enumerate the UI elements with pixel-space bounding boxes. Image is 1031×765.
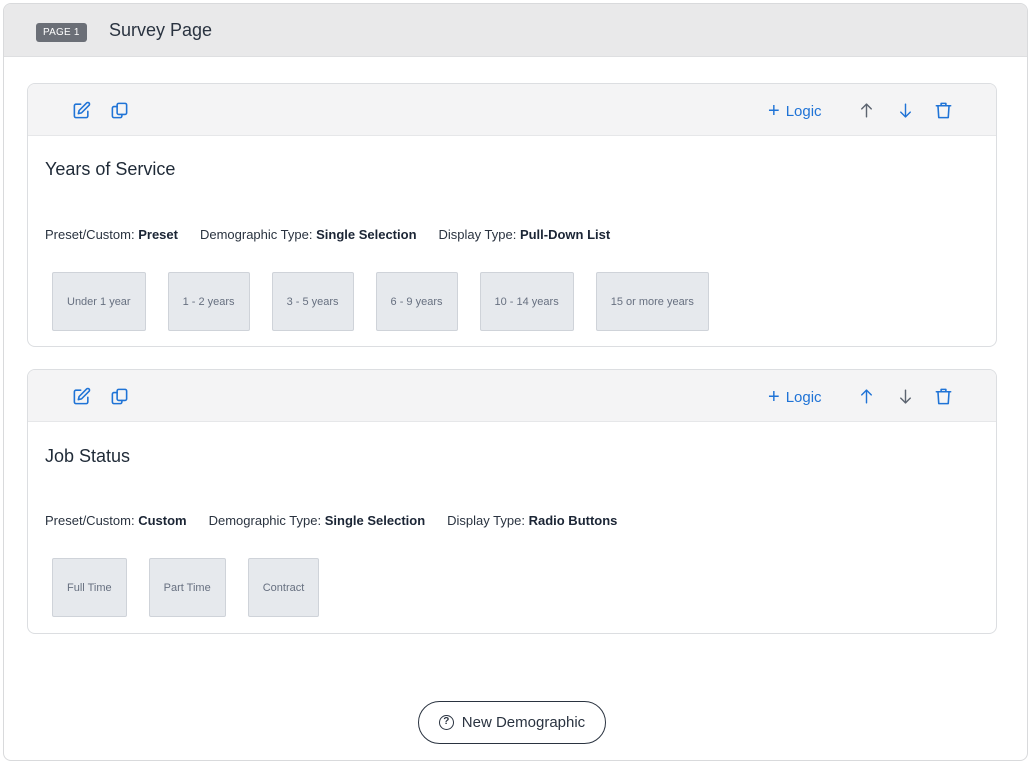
page-title: Survey Page	[109, 20, 213, 40]
help-circle-icon: ?	[438, 715, 454, 730]
trash-icon[interactable]	[934, 387, 953, 406]
display-type-value: Pull-Down List	[519, 227, 611, 242]
demographic-meta: Preset/Custom: Preset Demographic Type: …	[45, 227, 610, 242]
copy-icon[interactable]	[110, 387, 129, 406]
logic-label: Logic	[785, 388, 822, 406]
demographic-title: Job Status	[45, 446, 131, 466]
demographic-type-label: Demographic Type:	[199, 227, 313, 242]
option-list: Under 1 year 1 - 2 years 3 - 5 years 6 -…	[52, 272, 709, 331]
card-toolbar: + Logic	[28, 370, 996, 422]
preset-custom-field: Preset/Custom: Custom	[45, 513, 187, 528]
trash-icon[interactable]	[934, 101, 953, 120]
add-logic-button[interactable]: + Logic	[768, 100, 822, 122]
option-chip: 15 or more years	[595, 272, 709, 331]
preset-custom-value: Custom	[138, 513, 187, 528]
plus-icon: +	[768, 386, 780, 408]
preset-custom-label: Preset/Custom:	[45, 513, 135, 528]
option-chip: Part Time	[148, 558, 226, 617]
option-chip: Under 1 year	[52, 272, 146, 331]
add-logic-button[interactable]: + Logic	[768, 386, 822, 408]
demographic-meta: Preset/Custom: Custom Demographic Type: …	[45, 513, 617, 528]
arrow-up-icon[interactable]	[857, 387, 876, 406]
arrow-down-icon[interactable]	[896, 387, 915, 406]
option-chip: 10 - 14 years	[479, 272, 574, 331]
card-toolbar: + Logic	[28, 84, 996, 136]
demographic-type-field: Demographic Type: Single Selection	[209, 513, 426, 528]
option-list: Full Time Part Time Contract	[52, 558, 320, 617]
logic-label: Logic	[785, 102, 822, 120]
plus-icon: +	[768, 100, 780, 122]
demographic-card: + Logic Years of Service Preset/Custom: …	[27, 83, 997, 347]
new-demographic-label: New Demographic	[461, 714, 586, 731]
option-chip: 3 - 5 years	[271, 272, 354, 331]
option-chip: 1 - 2 years	[167, 272, 250, 331]
copy-icon[interactable]	[110, 101, 129, 120]
display-type-label: Display Type:	[447, 513, 525, 528]
preset-custom-value: Preset	[138, 227, 178, 242]
demographic-title: Years of Service	[45, 159, 176, 179]
demographic-type-label: Demographic Type:	[208, 513, 322, 528]
edit-icon[interactable]	[72, 101, 91, 120]
page-header: PAGE 1 Survey Page	[4, 4, 1027, 57]
option-chip: Contract	[247, 558, 320, 617]
demographic-type-field: Demographic Type: Single Selection	[200, 227, 417, 242]
preset-custom-label: Preset/Custom:	[45, 227, 135, 242]
edit-icon[interactable]	[72, 387, 91, 406]
arrow-up-icon[interactable]	[857, 101, 876, 120]
display-type-field: Display Type: Pull-Down List	[439, 227, 611, 242]
demographic-card: + Logic Job Status Preset/Custom: Custom…	[27, 369, 997, 634]
option-chip: 6 - 9 years	[375, 272, 458, 331]
page-number-badge: PAGE 1	[36, 23, 87, 42]
new-demographic-button[interactable]: ? New Demographic	[418, 701, 606, 744]
option-chip: Full Time	[52, 558, 127, 617]
display-type-value: Radio Buttons	[528, 513, 618, 528]
display-type-label: Display Type:	[438, 227, 517, 242]
demographic-type-value: Single Selection	[324, 513, 426, 528]
display-type-field: Display Type: Radio Buttons	[447, 513, 617, 528]
arrow-down-icon[interactable]	[896, 101, 915, 120]
preset-custom-field: Preset/Custom: Preset	[45, 227, 178, 242]
demographic-type-value: Single Selection	[316, 227, 417, 242]
